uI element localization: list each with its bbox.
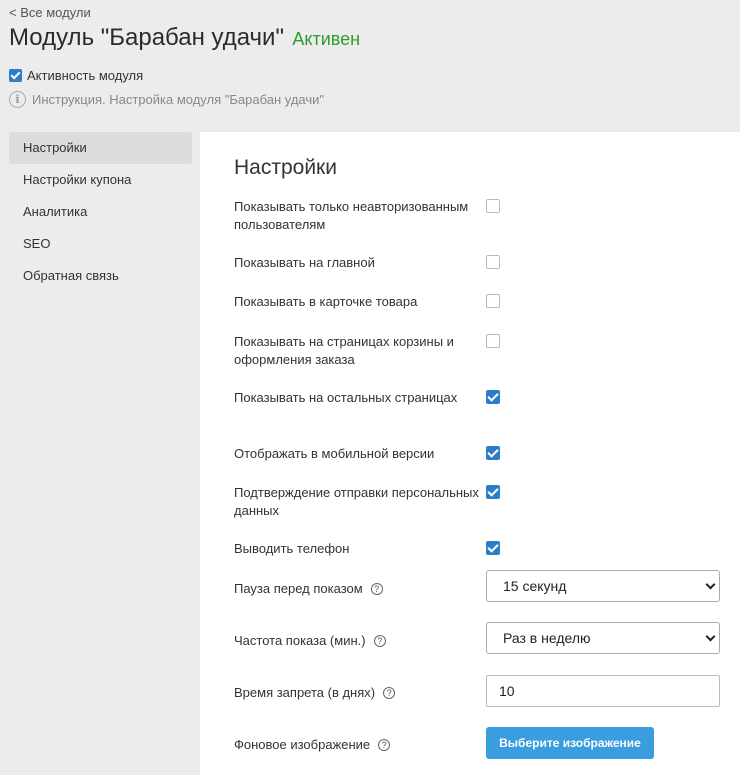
info-icon: i <box>9 91 26 108</box>
settings-panel: Настройки Показывать только неавторизова… <box>200 132 740 775</box>
option-checkbox[interactable] <box>486 485 500 499</box>
frequency-select[interactable]: Раз в неделю <box>486 622 720 654</box>
option-label: Показывать на главной <box>234 255 375 270</box>
option-checkbox[interactable] <box>486 390 500 404</box>
option-label: Подтверждение отправки персональных данн… <box>234 485 479 518</box>
help-icon[interactable]: ? <box>373 635 386 647</box>
sidebar-item-settings[interactable]: Настройки <box>9 132 192 164</box>
frequency-label-text: Частота показа (мин.) <box>234 633 366 648</box>
option-checkbox[interactable] <box>486 541 500 555</box>
module-active-toggle[interactable]: Активность модуля <box>9 68 143 83</box>
chevron-down-icon <box>705 631 716 642</box>
background-label-text: Фоновое изображение <box>234 737 371 752</box>
back-to-modules-link[interactable]: < Все модули <box>9 5 91 20</box>
help-icon[interactable]: ? <box>383 687 396 699</box>
status-badge: Активен <box>292 29 361 49</box>
sidebar-item-feedback[interactable]: Обратная связь <box>9 260 192 292</box>
frequency-select-value: Раз в неделю <box>503 630 591 646</box>
sidebar-item-seo[interactable]: SEO <box>9 228 192 260</box>
option-checkbox[interactable] <box>486 334 500 348</box>
option-label: Показывать в карточке товара <box>234 294 418 309</box>
option-checkbox[interactable] <box>486 255 500 269</box>
pause-label-text: Пауза перед показом <box>234 581 363 596</box>
instruction-text: Инструкция. Настройка модуля "Барабан уд… <box>32 92 324 107</box>
option-label: Отображать в мобильной версии <box>234 446 435 461</box>
title-row: Модуль "Барабан удачи" Активен <box>9 24 360 52</box>
module-header: < Все модули Модуль "Барабан удачи" Акти… <box>0 0 740 132</box>
help-icon[interactable]: ? <box>370 583 383 595</box>
pause-select[interactable]: 15 секунд <box>486 570 720 602</box>
pause-label: Пауза перед показом? <box>234 580 479 598</box>
option-label: Показывать только неавторизованным польз… <box>234 199 469 232</box>
sidebar: Настройки Настройки купона Аналитика SEO… <box>9 132 192 292</box>
chevron-down-icon <box>705 579 716 590</box>
sidebar-item-coupon-settings[interactable]: Настройки купона <box>9 164 192 196</box>
frequency-label: Частота показа (мин.)? <box>234 632 479 650</box>
ban-time-label: Время запрета (в днях)? <box>234 684 479 702</box>
option-label: Показывать на страницах корзины и оформл… <box>234 334 454 367</box>
choose-image-button[interactable]: Выберите изображение <box>486 727 654 759</box>
pause-select-value: 15 секунд <box>503 578 567 594</box>
section-title: Настройки <box>234 156 337 179</box>
instruction-link[interactable]: i Инструкция. Настройка модуля "Барабан … <box>9 91 324 108</box>
option-label: Показывать на остальных страницах <box>234 390 458 405</box>
module-active-label: Активность модуля <box>27 68 144 83</box>
option-checkbox[interactable] <box>486 446 500 460</box>
sidebar-item-analytics[interactable]: Аналитика <box>9 196 192 228</box>
ban-time-label-text: Время запрета (в днях) <box>234 685 376 700</box>
help-icon[interactable]: ? <box>378 739 391 751</box>
ban-time-input[interactable]: 10 <box>486 675 720 707</box>
option-label: Выводить телефон <box>234 541 350 556</box>
background-label: Фоновое изображение? <box>234 736 479 754</box>
option-checkbox[interactable] <box>486 294 500 308</box>
option-checkbox[interactable] <box>486 199 500 213</box>
module-active-checkbox[interactable] <box>9 69 22 82</box>
page-title: Модуль "Барабан удачи" <box>9 24 284 51</box>
